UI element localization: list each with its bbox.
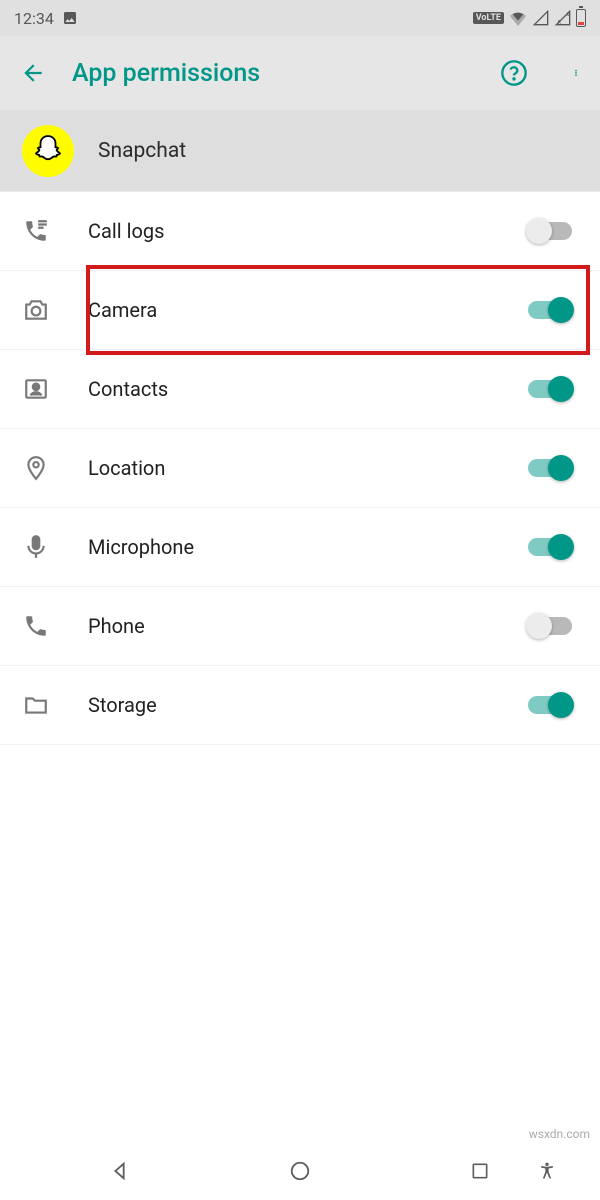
back-arrow-icon[interactable]: [20, 60, 46, 86]
permission-label: Location: [88, 456, 490, 480]
permission-row-call-logs[interactable]: Call logs: [0, 192, 600, 271]
location-icon: [22, 455, 50, 481]
image-icon: [62, 10, 78, 26]
toggle-call-logs[interactable]: [528, 222, 572, 240]
signal-icon-2: xR: [554, 10, 572, 26]
permission-label: Contacts: [88, 377, 490, 401]
call-logs-icon: [22, 218, 50, 244]
permission-row-location[interactable]: Location: [0, 429, 600, 508]
phone-icon: [22, 613, 50, 639]
permission-label: Camera: [88, 298, 490, 322]
nav-recent-button[interactable]: [445, 1161, 515, 1181]
permission-label: Storage: [88, 693, 490, 717]
storage-icon: [22, 692, 50, 718]
volte-icon: VoLTE: [473, 12, 504, 24]
signal-icon-1: [532, 10, 550, 26]
wifi-icon: [508, 10, 528, 26]
snapchat-app-icon: [22, 125, 74, 177]
toggle-location[interactable]: [528, 459, 572, 477]
toggle-camera[interactable]: [528, 301, 572, 319]
page-title: App permissions: [72, 59, 474, 88]
svg-text:x: x: [566, 11, 569, 18]
permission-label: Phone: [88, 614, 490, 638]
contacts-icon: [22, 376, 50, 402]
permission-row-storage[interactable]: Storage: [0, 666, 600, 745]
navigation-bar: [0, 1142, 600, 1200]
microphone-icon: [22, 534, 50, 560]
toggle-phone[interactable]: [528, 617, 572, 635]
permissions-list: Call logs Camera Contacts Location Micro…: [0, 192, 600, 745]
permission-row-phone[interactable]: Phone: [0, 587, 600, 666]
app-header-row: Snapchat: [0, 110, 600, 192]
permission-row-camera[interactable]: Camera: [0, 271, 600, 350]
battery-icon: [576, 9, 586, 27]
toggle-microphone[interactable]: [528, 538, 572, 556]
status-right: VoLTE xR: [473, 9, 586, 27]
app-bar: App permissions: [0, 36, 600, 110]
toggle-storage[interactable]: [528, 696, 572, 714]
permission-label: Microphone: [88, 535, 490, 559]
app-name: Snapchat: [98, 139, 186, 163]
toggle-contacts[interactable]: [528, 380, 572, 398]
help-icon[interactable]: [500, 59, 528, 87]
camera-icon: [22, 297, 50, 323]
permission-row-microphone[interactable]: Microphone: [0, 508, 600, 587]
watermark: wsxdn.com: [529, 1127, 590, 1141]
nav-accessibility-button[interactable]: [512, 1161, 582, 1181]
overflow-menu-icon[interactable]: [572, 60, 580, 86]
status-time: 12:34: [14, 9, 54, 28]
permission-label: Call logs: [88, 219, 490, 243]
permission-row-contacts[interactable]: Contacts: [0, 350, 600, 429]
nav-back-button[interactable]: [85, 1160, 155, 1182]
nav-home-button[interactable]: [265, 1160, 335, 1182]
status-left: 12:34: [14, 9, 78, 28]
status-bar: 12:34 VoLTE xR: [0, 0, 600, 36]
